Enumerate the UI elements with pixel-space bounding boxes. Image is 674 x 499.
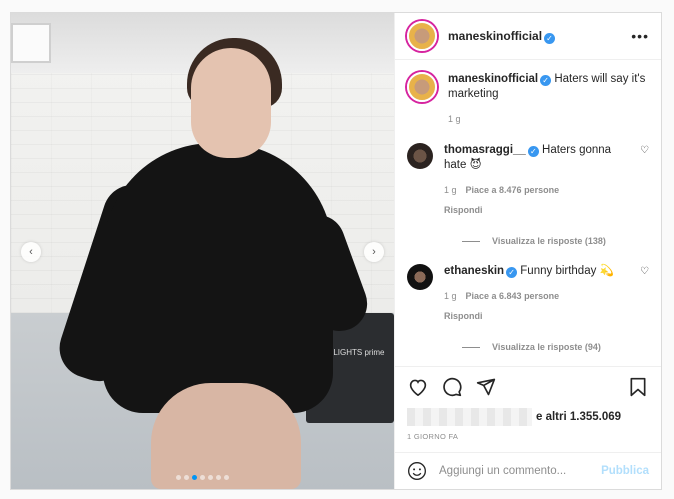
carousel-prev-button[interactable]: ‹ <box>21 242 41 262</box>
likes-summary[interactable]: e altri 1.355.069 <box>395 406 661 428</box>
photo-window <box>11 23 51 63</box>
avatar[interactable] <box>407 264 433 290</box>
carousel-dot <box>192 475 197 480</box>
blurred-likers <box>407 408 532 426</box>
share-icon[interactable] <box>475 376 497 398</box>
view-replies-button[interactable]: Visualizza le risposte (138) <box>462 236 649 246</box>
carousel-dot <box>184 475 189 480</box>
reply-button[interactable]: Rispondi <box>444 203 634 218</box>
comment-username[interactable]: thomasraggi__ ✓ <box>444 144 539 157</box>
avatar[interactable] <box>407 21 437 51</box>
comments-list: maneskinofficial ✓ Haters will say it's m… <box>395 60 661 366</box>
carousel-next-button[interactable]: › <box>364 242 384 262</box>
comment-item: ethaneskin ✓ Funny birthday 💫 1 g Piace a … <box>407 264 649 324</box>
carousel-dot <box>224 475 229 480</box>
post-header: maneskinofficial ✓ ••• <box>395 13 661 60</box>
comment-likes[interactable]: Piace a 8.476 persone <box>466 185 560 195</box>
reply-button[interactable]: Rispondi <box>444 309 634 324</box>
caption-time[interactable]: 1 g <box>448 114 461 124</box>
bookmark-icon[interactable] <box>627 376 649 398</box>
post-actions <box>395 366 661 406</box>
comment-item: thomasraggi__ ✓ Haters gonna hate 😈 1 g Pi… <box>407 143 649 218</box>
comment-time[interactable]: 1 g <box>444 185 457 195</box>
photo-person-head <box>191 48 271 158</box>
comment-icon[interactable] <box>441 376 463 398</box>
photo-person-body <box>103 143 333 413</box>
heart-icon[interactable] <box>407 376 429 398</box>
verified-icon: ✓ <box>506 267 518 278</box>
more-options-icon[interactable]: ••• <box>631 28 649 44</box>
chevron-right-icon: › <box>372 246 376 258</box>
carousel-dots <box>11 475 394 480</box>
view-replies-button[interactable]: Visualizza le risposte (94) <box>462 342 649 352</box>
carousel-dot <box>208 475 213 480</box>
publish-button[interactable]: Pubblica <box>601 465 649 477</box>
comment-likes[interactable]: Piace a 6.843 persone <box>466 291 560 301</box>
like-comment-heart-icon[interactable]: ♡ <box>640 266 649 277</box>
carousel-dot <box>216 475 221 480</box>
caption-username[interactable]: maneskinofficial ✓ <box>448 73 552 86</box>
post-modal: PROLIGHTS prime ‹ › maneskinofficial ✓ ••… <box>10 12 662 490</box>
chevron-left-icon: ‹ <box>29 246 33 258</box>
carousel-dot <box>200 475 205 480</box>
avatar[interactable] <box>407 72 437 102</box>
avatar[interactable] <box>407 143 433 169</box>
verified-icon: ✓ <box>540 75 552 86</box>
post-author-username[interactable]: maneskinofficial ✓ <box>448 29 556 44</box>
comment-username[interactable]: ethaneskin ✓ <box>444 265 518 278</box>
verified-icon: ✓ <box>544 32 556 44</box>
post-caption: maneskinofficial ✓ Haters will say it's m… <box>407 72 649 127</box>
comment-text: Funny birthday 💫 <box>520 265 614 277</box>
post-date[interactable]: 1 GIORNO FA <box>395 432 661 452</box>
carousel-dot <box>176 475 181 480</box>
comment-input[interactable] <box>439 465 602 477</box>
verified-icon: ✓ <box>527 146 539 157</box>
add-comment-bar: Pubblica <box>395 452 661 489</box>
comment-time[interactable]: 1 g <box>444 291 457 301</box>
post-sidebar: maneskinofficial ✓ ••• maneskinofficial ✓ … <box>394 13 661 489</box>
emoji-icon[interactable] <box>407 461 427 481</box>
like-comment-heart-icon[interactable]: ♡ <box>640 145 649 156</box>
post-media[interactable]: PROLIGHTS prime ‹ › <box>11 13 394 489</box>
